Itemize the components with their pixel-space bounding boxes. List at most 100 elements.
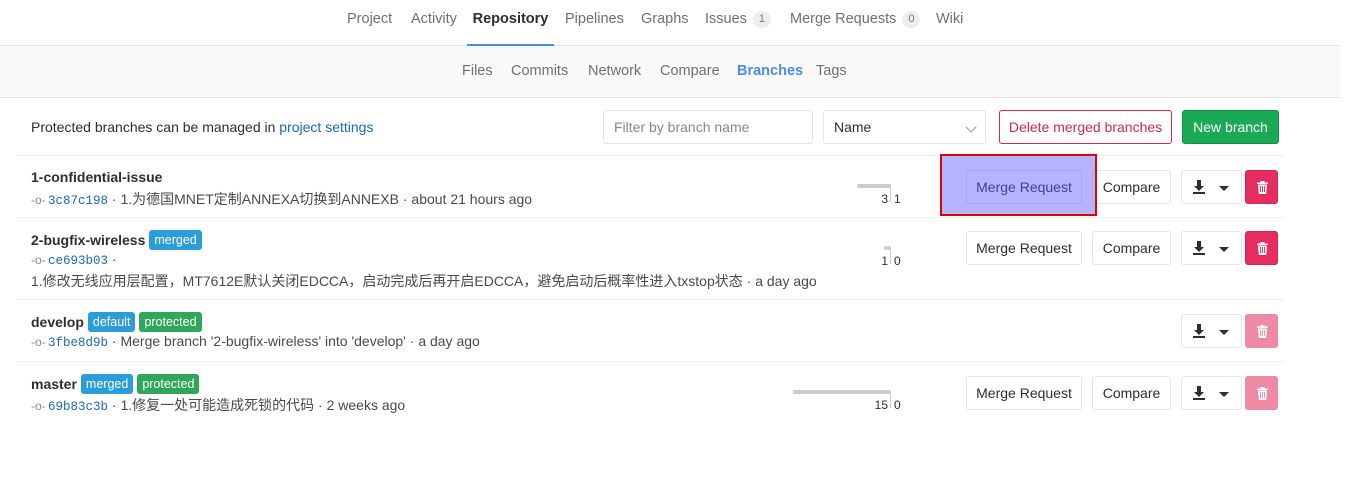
protected-note-text: Protected branches can be managed in bbox=[31, 119, 276, 135]
delete-merged-branches-button[interactable]: Delete merged branches bbox=[999, 110, 1172, 144]
commit-summary: -o- 3fbe8d9b · Merge branch '2-bugfix-wir… bbox=[31, 333, 480, 350]
nav-repository[interactable]: Repository bbox=[467, 0, 554, 46]
nav-repository-label: Repository bbox=[472, 11, 549, 27]
top-nav: Project Activity Repository Pipelines Gr… bbox=[0, 0, 1340, 46]
trash-icon bbox=[1257, 325, 1268, 338]
nav-project[interactable]: Project bbox=[347, 0, 392, 46]
branch-name-link[interactable]: develop default protected bbox=[31, 312, 202, 332]
download-icon bbox=[1193, 324, 1205, 338]
commit-icon: -o- bbox=[31, 253, 46, 267]
nav-project-label: Project bbox=[347, 11, 393, 27]
highlight-overlay bbox=[940, 154, 1097, 216]
trash-icon bbox=[1257, 387, 1268, 400]
download-dropdown-button[interactable] bbox=[1181, 170, 1242, 204]
commit-message: 1.修复一处可能造成死锁的代码 bbox=[120, 397, 315, 413]
divergence-separator bbox=[890, 390, 891, 408]
download-dropdown-button[interactable] bbox=[1181, 314, 1242, 348]
commit-icon: -o- bbox=[31, 335, 46, 349]
nav-issues-label: Issues bbox=[705, 11, 747, 27]
branch-filter-input[interactable] bbox=[603, 110, 813, 144]
divergence-graph: 1 0 bbox=[840, 246, 940, 272]
sort-dropdown[interactable]: Name bbox=[823, 110, 986, 144]
commit-sha-link[interactable]: 3c87c198 bbox=[48, 194, 108, 208]
subnav-tags[interactable]: Tags bbox=[816, 63, 847, 79]
merged-label: merged bbox=[80, 374, 134, 394]
behind-count: 1 bbox=[881, 254, 888, 268]
divergence-graph: 3 1 bbox=[840, 184, 940, 210]
commit-sha-link[interactable]: 3fbe8d9b bbox=[48, 336, 108, 350]
compare-button[interactable]: Compare bbox=[1092, 376, 1171, 410]
caret-down-icon bbox=[1219, 330, 1229, 335]
subnav-network[interactable]: Network bbox=[588, 63, 641, 79]
delete-branch-button[interactable] bbox=[1245, 376, 1278, 410]
behind-bar bbox=[857, 184, 890, 188]
branch-name: 1-confidential-issue bbox=[31, 169, 163, 185]
delete-branch-button[interactable] bbox=[1245, 170, 1278, 204]
delete-branch-button[interactable] bbox=[1245, 314, 1278, 348]
behind-count: 3 bbox=[881, 192, 888, 206]
branch-name: 2-bugfix-wireless bbox=[31, 232, 146, 248]
commit-sha-link[interactable]: ce693b03 bbox=[48, 254, 108, 268]
nav-activity-label: Activity bbox=[411, 11, 457, 27]
commit-time: a day ago bbox=[418, 333, 480, 349]
compare-button[interactable]: Compare bbox=[1092, 231, 1171, 265]
commit-time: a day ago bbox=[755, 273, 817, 289]
branch-name-link[interactable]: 2-bugfix-wireless merged bbox=[31, 230, 202, 250]
nav-graphs[interactable]: Graphs bbox=[641, 0, 689, 46]
compare-button[interactable]: Compare bbox=[1092, 170, 1171, 204]
merged-label: merged bbox=[149, 230, 202, 250]
nav-graphs-label: Graphs bbox=[641, 11, 689, 27]
nav-issues[interactable]: Issues 1 bbox=[705, 0, 771, 46]
caret-down-icon bbox=[1219, 247, 1229, 252]
download-dropdown-button[interactable] bbox=[1181, 231, 1242, 265]
branch-name-link[interactable]: 1-confidential-issue bbox=[31, 169, 162, 185]
nav-pipelines[interactable]: Pipelines bbox=[565, 0, 624, 46]
commit-sha-link[interactable]: 69b83c3b bbox=[48, 400, 108, 414]
commit-time: 2 weeks ago bbox=[326, 397, 406, 413]
download-icon bbox=[1193, 241, 1205, 255]
commit-time: about 21 hours ago bbox=[411, 191, 533, 207]
issues-count-badge: 1 bbox=[752, 11, 771, 28]
branch-name: develop bbox=[31, 314, 84, 330]
nav-merge-requests-label: Merge Requests bbox=[790, 11, 897, 27]
sub-nav: Files Commits Network Compare Branches T… bbox=[0, 46, 1340, 98]
default-label: default bbox=[87, 312, 136, 332]
subnav-commits[interactable]: Commits bbox=[511, 63, 568, 79]
subnav-branches[interactable]: Branches bbox=[737, 63, 803, 79]
ahead-count: 1 bbox=[894, 192, 901, 206]
subnav-files[interactable]: Files bbox=[462, 63, 493, 79]
new-branch-button[interactable]: New branch bbox=[1182, 110, 1279, 144]
commit-summary: -o- 69b83c3b · 1.修复一处可能造成死锁的代码 · 2 weeks … bbox=[31, 397, 406, 414]
download-dropdown-button[interactable] bbox=[1181, 376, 1242, 410]
protected-label: protected bbox=[137, 374, 200, 394]
branch-row: develop default protected -o- 3fbe8d9b · Me… bbox=[16, 299, 1284, 361]
branch-row: master merged protected -o- 69b83c3b · 1.修复… bbox=[16, 361, 1284, 423]
delete-branch-button[interactable] bbox=[1245, 231, 1278, 265]
divergence-separator bbox=[890, 246, 891, 264]
caret-down-icon bbox=[1219, 186, 1229, 191]
branch-row: 2-bugfix-wireless merged -o-ce693b03 · 1.… bbox=[16, 217, 1284, 299]
commit-sha-line: -o-ce693b03 · bbox=[31, 251, 117, 268]
commit-summary: 1.修改无线应用层配置，MT7612E默认关闭EDCCA，启动完成后再开启EDC… bbox=[31, 273, 817, 289]
branch-name-link[interactable]: master merged protected bbox=[31, 374, 200, 394]
commit-message: 1.修改无线应用层配置，MT7612E默认关闭EDCCA，启动完成后再开启EDC… bbox=[31, 273, 743, 289]
chevron-down-icon bbox=[965, 121, 977, 133]
commit-message: Merge branch '2-bugfix-wireless' into 'd… bbox=[120, 333, 406, 349]
ahead-count: 0 bbox=[894, 398, 901, 412]
nav-merge-requests[interactable]: Merge Requests 0 bbox=[790, 0, 921, 46]
ahead-count: 0 bbox=[894, 254, 901, 268]
merge-request-button[interactable]: Merge Request bbox=[966, 376, 1082, 410]
subnav-compare[interactable]: Compare bbox=[660, 63, 720, 79]
protected-branches-note: Protected branches can be managed in pro… bbox=[31, 119, 373, 135]
project-settings-link[interactable]: project settings bbox=[279, 119, 373, 135]
divergence-separator bbox=[890, 184, 891, 202]
branch-name: master bbox=[31, 376, 77, 392]
trash-icon bbox=[1257, 181, 1268, 194]
caret-down-icon bbox=[1219, 392, 1229, 397]
behind-count: 15 bbox=[874, 398, 888, 412]
nav-activity[interactable]: Activity bbox=[411, 0, 457, 46]
commit-icon: -o- bbox=[31, 399, 46, 413]
sort-dropdown-value: Name bbox=[834, 119, 872, 135]
merge-request-button[interactable]: Merge Request bbox=[966, 231, 1082, 265]
nav-wiki[interactable]: Wiki bbox=[936, 0, 963, 46]
